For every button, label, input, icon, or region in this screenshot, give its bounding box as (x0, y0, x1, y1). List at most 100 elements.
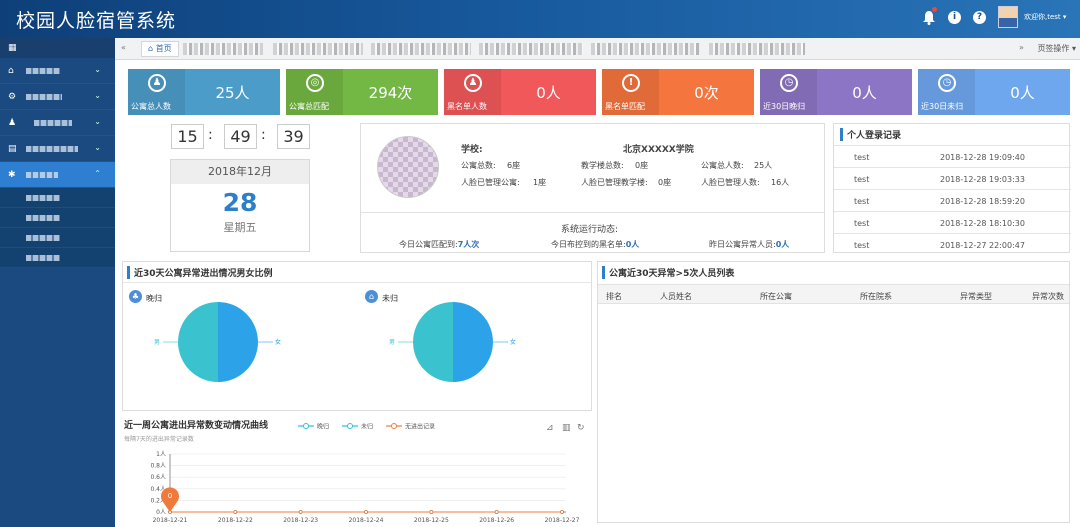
col-department[interactable]: 所在院系 (860, 291, 892, 302)
login-record-row: test 2018-12-28 19:09:40 (834, 145, 1071, 167)
avatar[interactable] (998, 6, 1018, 28)
legend-marker (391, 423, 397, 429)
stat-value: 25人 (215, 84, 250, 102)
stat-label: 公寓总匹配 (289, 102, 329, 111)
stat-value: 0次 (694, 84, 719, 102)
settings-icon: ⚙ (8, 92, 17, 102)
stat-card[interactable]: ♟ 黑名单人数 0人 (444, 69, 596, 115)
legend-label: 未归 (361, 423, 373, 431)
chevron-up-icon: ⌃ (94, 169, 101, 178)
col-rank[interactable]: 排名 (606, 291, 622, 302)
col-abnormal-type[interactable]: 异常类型 (960, 291, 992, 302)
tab-item[interactable] (371, 43, 471, 55)
tab-item[interactable] (591, 43, 701, 55)
sidebar-item-1[interactable]: ⌂ ⌄ (0, 58, 115, 84)
date-month: 2018年12月 (171, 160, 309, 184)
clock-icon: ◷ (938, 74, 956, 92)
col-apartment[interactable]: 所在公寓 (760, 291, 792, 302)
info-icon[interactable]: i (948, 11, 961, 24)
sidebar-item-2[interactable]: ⚙ ⌄ (0, 84, 115, 110)
tab-item[interactable] (479, 43, 583, 55)
tab-item[interactable] (709, 43, 805, 55)
pie1-female-label: 女 (275, 338, 281, 346)
y-tick-label: 0人 (156, 509, 166, 516)
data-point (560, 510, 564, 514)
help-icon[interactable]: ? (973, 11, 986, 24)
user-menu[interactable]: 欢迎你,test ▾ (1024, 12, 1066, 22)
clock-icon: ◷ (780, 74, 798, 92)
date-card: 2018年12月 28 星期五 (170, 159, 310, 252)
login-record-row: test 2018-12-28 18:59:20 (834, 189, 1071, 211)
stat-value: 294次 (368, 84, 413, 102)
stat-label: 黑名单匹配 (605, 102, 645, 111)
sidebar-item-5-active[interactable]: ✱ ⌃ (0, 162, 115, 188)
line-chart-icon: ⊿ (546, 423, 554, 433)
stat-label: 黑名单人数 (447, 102, 487, 111)
chart-subtitle: 每隔7天的进出异常记录数 (124, 435, 194, 443)
data-point (233, 510, 238, 514)
pie1-male-label: 男 (154, 339, 160, 346)
refresh-icon: ↻ (577, 423, 585, 433)
bell-icon[interactable] (922, 10, 936, 25)
clock-minutes: 49 (224, 124, 257, 149)
school-label: 学校: (461, 145, 483, 155)
stat-card[interactable]: ♟ 公寓总人数 25人 (128, 69, 280, 115)
bar-chart-icon: ▥ (562, 423, 571, 433)
pie1-male-slice (178, 302, 218, 382)
gender-ratio-panel: 近30天公寓异常进出情况男女比例 ♣ 晚归 ⌂ 未归 男 女 男 女 (122, 261, 592, 411)
legend-label: 晚归 (317, 423, 329, 431)
grid-icon: ▦ (8, 43, 17, 53)
sidebar-subitem[interactable] (0, 188, 115, 208)
login-record-row: test 2018-12-27 22:00:47 (834, 233, 1071, 255)
abnormal-table-header: 排名 人员姓名 所在公寓 所在院系 异常类型 异常次数 (598, 284, 1069, 304)
building-icon: ▤ (8, 144, 17, 154)
sidebar-item-3[interactable]: ♟ ⌄ (0, 110, 115, 136)
y-tick-label: 0.6人 (150, 474, 166, 481)
login-user: test (854, 241, 870, 250)
y-tick-label: 1人 (156, 451, 166, 458)
stat-value: 0人 (1010, 84, 1035, 102)
x-tick-label: 2018-12-21 (153, 517, 188, 523)
clock-hours: 15 (171, 124, 204, 149)
login-user: test (854, 219, 870, 228)
school-info-card: 学校: 北京XXXXX学院 公寓总数: 6座 教学楼总数: 0座 公寓总人数: … (360, 123, 825, 253)
gender-panel-title: 近30天公寓异常进出情况男女比例 (127, 266, 273, 279)
login-time: 2018-12-27 22:00:47 (940, 241, 1025, 250)
tab-home[interactable]: ⌂ 首页 (141, 41, 179, 57)
pie2-female-label: 女 (510, 338, 516, 346)
chart-title: 近一周公寓进出异常数变动情况曲线 (124, 419, 268, 431)
col-name[interactable]: 人员姓名 (660, 291, 692, 302)
status-title: 系统运行动态: (561, 225, 619, 235)
sidebar-subitem[interactable] (0, 228, 115, 248)
legend-marker (303, 423, 309, 429)
sidebar-toggle[interactable]: ▦ (0, 38, 115, 58)
gender-pies: 男 女 男 女 (154, 302, 516, 382)
abnormal-list-panel: 公寓近30天异常>5次人员列表 排名 人员姓名 所在公寓 所在院系 异常类型 异… (597, 261, 1070, 523)
tab-operations-menu[interactable]: 页签操作 ▾ (1037, 43, 1076, 54)
tab-scroll-left-icon[interactable]: « (121, 43, 126, 52)
login-user: test (854, 175, 870, 184)
pie2-female-slice (453, 302, 493, 382)
stat-card[interactable]: ◎ 公寓总匹配 294次 (286, 69, 438, 115)
sidebar-subitem[interactable] (0, 248, 115, 268)
stat-card[interactable]: ! 黑名单匹配 0次 (602, 69, 754, 115)
data-point (494, 510, 499, 514)
tab-item[interactable] (273, 43, 363, 55)
login-records-card: 个人登录记录 test 2018-12-28 19:09:40 test 2018-1… (833, 123, 1071, 255)
tab-item[interactable] (183, 43, 263, 55)
date-weekday: 星期五 (223, 221, 257, 234)
sidebar-subitem[interactable] (0, 208, 115, 228)
tab-scroll-right-icon[interactable]: » (1019, 43, 1024, 52)
x-tick-label: 2018-12-22 (218, 517, 253, 523)
home-icon: ⌂ (148, 44, 154, 53)
col-abnormal-count[interactable]: 异常次数 (1032, 291, 1064, 302)
stat-card[interactable]: ◷ 近30日晚归 0人 (760, 69, 912, 115)
sidebar-item-4[interactable]: ▤ ⌄ (0, 136, 115, 162)
x-tick-label: 2018-12-25 (414, 517, 449, 523)
login-time: 2018-12-28 19:03:33 (940, 175, 1025, 184)
sidebar: ▦ ⌂ ⌄ ⚙ ⌄ ♟ ⌄ ▤ ⌄ ✱ ⌃ (0, 38, 115, 527)
blacklist-user-icon: ♟ (464, 74, 482, 92)
legend-label: 无进出记录 (405, 423, 435, 431)
login-user: test (854, 197, 870, 206)
stat-card[interactable]: ◷ 近30日未归 0人 (918, 69, 1070, 115)
